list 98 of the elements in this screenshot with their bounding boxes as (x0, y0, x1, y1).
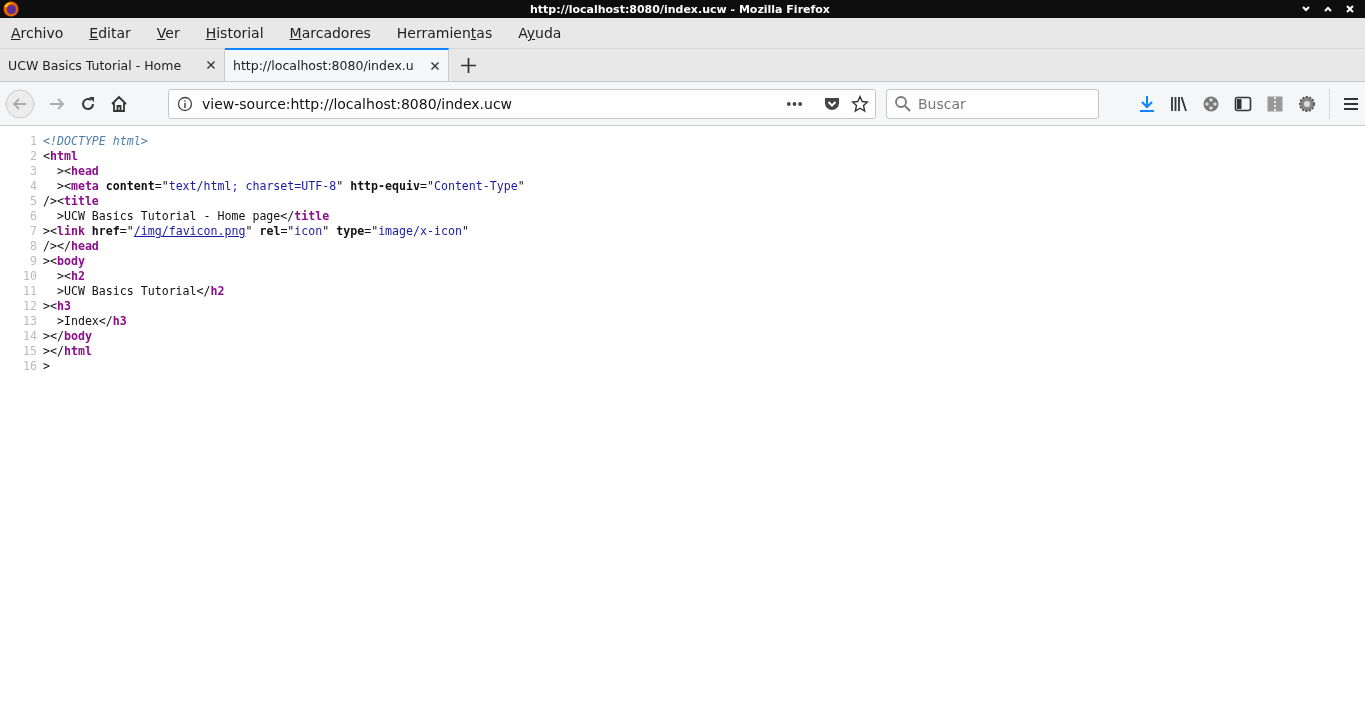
source-text: >< (55, 269, 71, 283)
source-tag: head (70, 164, 99, 178)
source-text: >UCW Basics Tutorial</ (55, 284, 211, 298)
line-number: 6 (29, 209, 38, 224)
menu-item[interactable]: Archivo (5, 25, 70, 41)
line-number: 1 (29, 134, 38, 149)
source-text: =" (280, 224, 295, 238)
source-tag: title (294, 209, 330, 223)
source-attribute: rel (259, 224, 281, 238)
line-number: 7 (29, 224, 38, 239)
source-value: icon (294, 224, 323, 238)
line-number: 14 (22, 329, 38, 344)
source-tag: head (70, 239, 99, 253)
menu-item[interactable]: Ver (150, 25, 186, 41)
source-tag: meta (70, 179, 99, 193)
line-number: 2 (29, 149, 38, 164)
source-tag: h2 (70, 269, 85, 283)
source-text: < (43, 149, 50, 163)
close-tab-icon[interactable] (206, 60, 216, 70)
menu-item[interactable]: Herramientas (390, 25, 499, 41)
close-icon[interactable] (1345, 4, 1355, 14)
line-number: 10 (22, 269, 38, 284)
star-icon[interactable] (851, 94, 869, 113)
source-text: />< (43, 194, 64, 208)
source-text: >< (43, 299, 57, 313)
source-tag: link (56, 224, 85, 238)
source-text: >UCW Basics Tutorial - Home page</ (55, 209, 295, 223)
reload-icon[interactable] (79, 94, 97, 113)
library-icon[interactable] (1170, 94, 1188, 113)
source-text: /></ (43, 239, 71, 253)
source-text: =" (154, 179, 169, 193)
source-link[interactable]: /img/favicon.png (133, 224, 246, 238)
source-tag: html (63, 344, 92, 358)
sidebar-icon[interactable] (1234, 94, 1252, 113)
address-field[interactable]: view-source:http://localhost:8080/index.ucw (202, 95, 786, 112)
source-attribute: content (104, 179, 155, 193)
source-text: > (43, 359, 50, 373)
source-text: " (461, 224, 469, 238)
line-number: 5 (29, 194, 38, 209)
source-text: >Index</ (55, 314, 113, 328)
menu-item[interactable]: Ayuda (512, 25, 568, 41)
source-text: >< (43, 224, 57, 238)
address-bar[interactable]: view-source:http://localhost:8080/index.ucw (168, 88, 876, 119)
new-tab-icon[interactable] (461, 57, 476, 73)
source-text: >< (55, 164, 71, 178)
source-tag: body (63, 329, 92, 343)
source-tag: title (63, 194, 99, 208)
download-icon[interactable] (1138, 94, 1156, 113)
source-text: >< (55, 179, 71, 193)
source-text: =" (419, 179, 434, 193)
zipper-icon[interactable] (1266, 94, 1284, 113)
source-text: ></ (43, 329, 64, 343)
close-tab-icon[interactable] (430, 60, 440, 71)
source-tag: body (56, 254, 85, 268)
line-number: 8 (29, 239, 38, 254)
source-tag: h2 (210, 284, 225, 298)
line-number: 16 (22, 359, 38, 374)
search-field[interactable]: Buscar (918, 95, 1088, 112)
menu-item[interactable]: Historial (199, 25, 270, 41)
source-text: >< (43, 254, 57, 268)
source-text: " (322, 224, 331, 238)
source-tag: html (50, 149, 78, 163)
line-number: 11 (22, 284, 38, 299)
source-attribute: type (336, 224, 365, 238)
more-icon[interactable] (786, 100, 803, 107)
source-tag: h3 (112, 314, 127, 328)
source-text: =" (119, 224, 134, 238)
source-value: Content-Type (433, 179, 518, 193)
source-text: " (517, 179, 525, 193)
film-reel-icon[interactable] (1202, 94, 1220, 113)
source-text: " (336, 179, 345, 193)
source-value: text/html; charset=UTF-8 (168, 179, 337, 193)
source-text: " (245, 224, 254, 238)
source-doctype: <!DOCTYPE html> (43, 134, 148, 148)
minimize-icon[interactable] (1301, 4, 1311, 14)
search-icon (894, 94, 912, 113)
window-title: http://localhost:8080/index.ucw - Mozilla Firefox (529, 2, 830, 16)
source-value: image/x-icon (378, 224, 462, 238)
source-text: ></ (43, 344, 64, 358)
search-bar[interactable]: Buscar (886, 88, 1099, 119)
home-icon[interactable] (110, 94, 128, 113)
line-number: 3 (29, 164, 38, 179)
line-number: 4 (29, 179, 38, 194)
source-attribute: href (90, 224, 120, 238)
gear-icon[interactable] (1298, 94, 1316, 113)
menu-item[interactable]: Marcadores (283, 25, 377, 41)
maximize-icon[interactable] (1323, 4, 1333, 14)
browser-tab[interactable]: http://localhost:8080/index.u (225, 48, 449, 81)
line-number: 12 (22, 299, 38, 314)
menu-item[interactable]: Editar (83, 25, 137, 41)
info-icon[interactable] (177, 95, 193, 112)
line-number: 9 (29, 254, 38, 269)
source-text: =" (364, 224, 379, 238)
source-attribute: http-equiv (350, 179, 420, 193)
line-number: 15 (22, 344, 38, 359)
source-tag: h3 (56, 299, 71, 313)
browser-logo-icon (3, 1, 19, 17)
line-number: 13 (22, 314, 38, 329)
